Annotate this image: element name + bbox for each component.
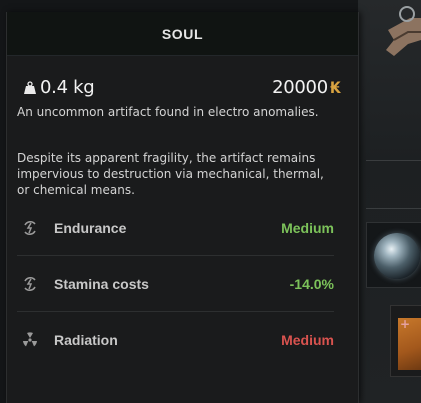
property-row-radiation: Radiation Medium xyxy=(17,312,334,367)
weight-icon xyxy=(24,80,36,94)
slot-divider xyxy=(366,208,421,209)
slot-divider xyxy=(366,160,421,161)
radiation-icon xyxy=(21,331,39,349)
property-row-stamina: Stamina costs -14.0% xyxy=(17,256,334,312)
item-lore: Despite its apparent fragility, the arti… xyxy=(17,151,324,197)
item-stats: 0.4 kg 20000 ₭ xyxy=(24,77,341,101)
item-title: SOUL xyxy=(161,25,204,42)
price-value: 20000 xyxy=(272,77,328,98)
weapon-item-icon[interactable] xyxy=(380,0,421,62)
stamina-icon xyxy=(21,275,39,293)
property-value: -14.0% xyxy=(289,275,334,292)
endurance-icon xyxy=(21,219,39,237)
property-value: Medium xyxy=(281,331,334,348)
item-weight: 0.4 kg xyxy=(24,77,95,98)
soul-artifact-icon[interactable] xyxy=(374,233,420,279)
property-label: Radiation xyxy=(54,331,118,348)
plus-icon: + xyxy=(400,317,411,331)
item-description: An uncommon artifact found in electro an… xyxy=(17,105,319,119)
item-price: 20000 ₭ xyxy=(272,77,341,98)
property-value: Medium xyxy=(281,219,334,236)
artifact-properties: Endurance Medium Stamina costs -14.0% Ra… xyxy=(17,200,334,367)
tooltip-header: SOUL xyxy=(7,12,358,56)
property-label: Endurance xyxy=(54,219,127,236)
coupon-currency-icon: ₭ xyxy=(329,78,341,97)
weight-value: 0.4 kg xyxy=(40,77,95,98)
property-label: Stamina costs xyxy=(54,275,149,292)
property-row-endurance: Endurance Medium xyxy=(17,200,334,256)
